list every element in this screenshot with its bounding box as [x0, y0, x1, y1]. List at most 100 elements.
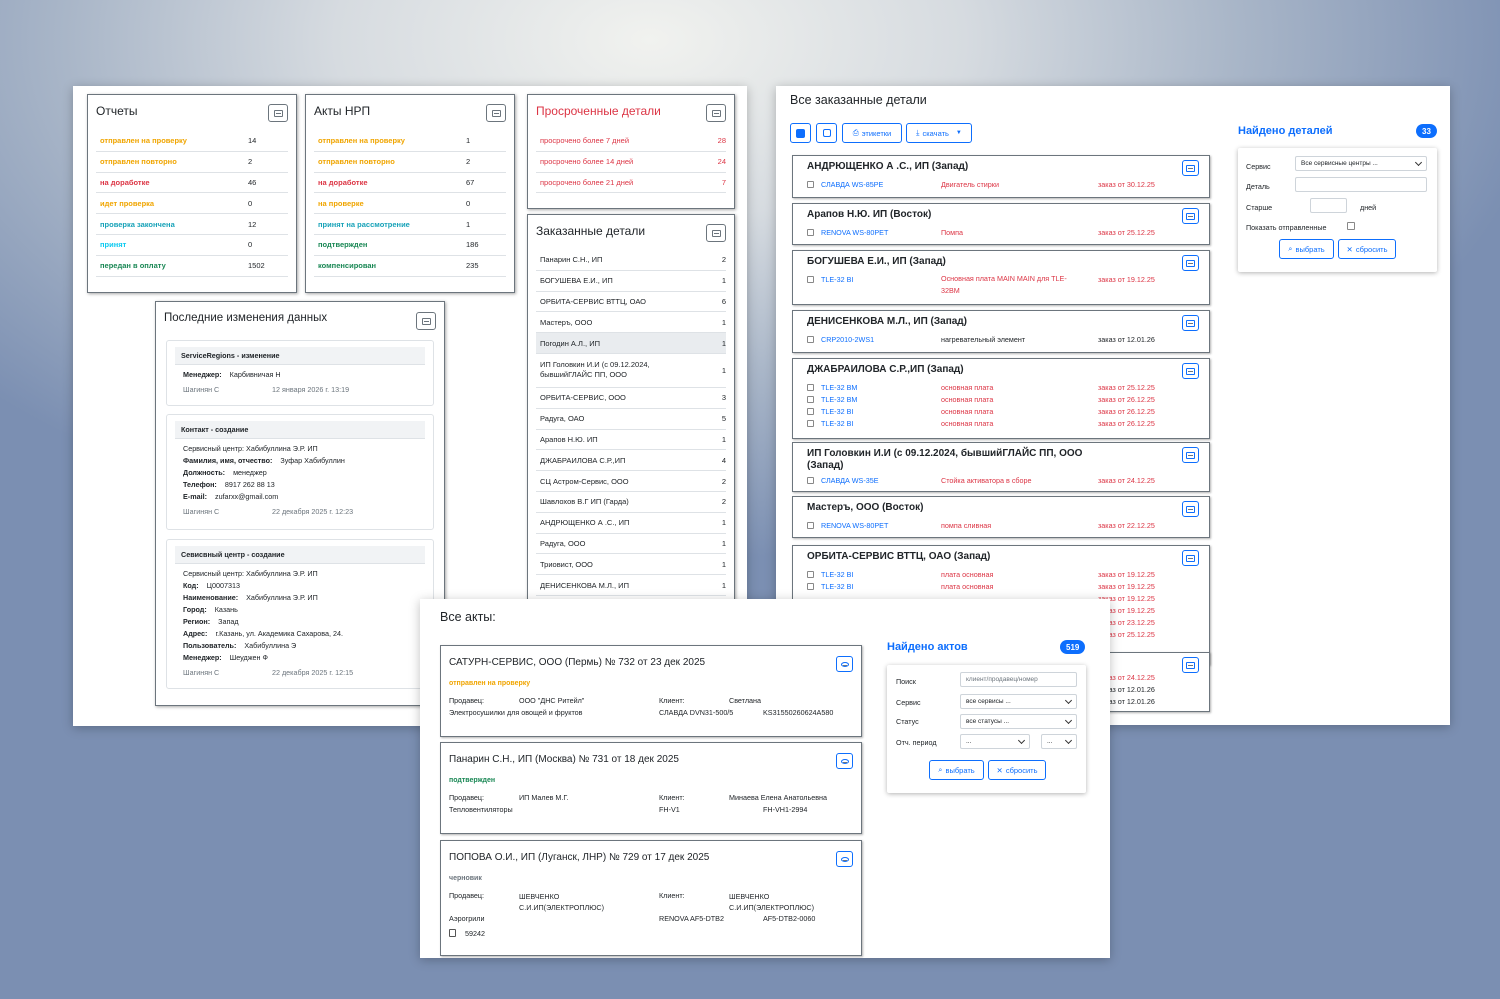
list-item[interactable]: принят на рассмотрение 1 — [314, 214, 506, 235]
part-group-list-button[interactable] — [1182, 160, 1199, 176]
list-item[interactable]: ОРБИТА-СЕРВИС, ООО 3 — [536, 388, 726, 409]
list-item-count: 2 — [466, 157, 471, 167]
list-item[interactable]: АНДРЮЩЕНКО А .С., ИП 1 — [536, 513, 726, 534]
part-checkbox[interactable] — [807, 395, 814, 403]
list-item[interactable]: просрочено более 14 дней 24 — [536, 152, 726, 173]
list-item[interactable]: отправлен повторно 2 — [314, 152, 506, 173]
part-checkbox[interactable] — [807, 476, 814, 484]
part-checkbox[interactable] — [807, 275, 814, 283]
overdue-list-button[interactable] — [706, 104, 726, 122]
part-checkbox[interactable] — [807, 228, 814, 236]
part-checkbox[interactable] — [807, 335, 814, 343]
list-item[interactable]: Радуга, ООО 1 — [536, 534, 726, 555]
list-item[interactable]: ОРБИТА-СЕРВИС ВТТЦ, ОАО 6 — [536, 292, 726, 313]
part-checkbox[interactable] — [807, 570, 814, 578]
acts-select-button[interactable]: ⌕ выбрать — [929, 760, 984, 780]
part-item[interactable]: TLE-32 BI основная плата заказ от 26.12.25 — [807, 405, 1155, 417]
detail-input[interactable] — [1295, 177, 1427, 192]
list-item[interactable]: компенсирован 235 — [314, 256, 506, 277]
part-checkbox[interactable] — [807, 180, 814, 188]
list-item[interactable]: отправлен на проверку 1 — [314, 131, 506, 152]
part-item[interactable]: TLE-32 BI плата основная заказ от 19.12.25 — [807, 580, 1155, 592]
list-item[interactable]: Мастеръ, ООО 1 — [536, 312, 726, 334]
part-checkbox[interactable] — [807, 582, 814, 590]
acts-nrp-rows: отправлен на проверку 1 отправлен повторно… — [314, 131, 506, 277]
part-item[interactable]: TLE-32 BM основная плата заказ от 26.12.25 — [807, 393, 1155, 405]
part-group: ДЖАБРАИЛОВА С.Р.,ИП (Запад) TLE-32 BM осно… — [792, 358, 1210, 439]
part-group-list-button[interactable] — [1182, 447, 1199, 463]
part-group-list-button[interactable] — [1182, 315, 1199, 331]
list-item[interactable]: просрочено более 21 дней 7 — [536, 173, 726, 194]
acts-status-select[interactable]: все статусы ... — [960, 714, 1077, 729]
part-group-list-button[interactable] — [1182, 657, 1199, 673]
check-all-button[interactable] — [790, 123, 811, 143]
part-group-list-button[interactable] — [1182, 550, 1199, 566]
list-item-count: 1 — [721, 338, 726, 348]
part-item[interactable]: СЛАВДА WS-35E Стойка активатора в сборе за… — [807, 474, 1155, 486]
part-group-list-button[interactable] — [1182, 363, 1199, 379]
part-item[interactable]: TLE-32 BI плата основная заказ от 19.12.25 — [807, 568, 1155, 580]
parts-reset-button[interactable]: ✕ сбросить — [1338, 239, 1396, 259]
view-act-button[interactable] — [836, 851, 853, 867]
list-item[interactable]: передан в оплату 1502 — [96, 256, 288, 277]
list-item[interactable]: на доработке 67 — [314, 173, 506, 194]
list-item[interactable]: Погодин А.Л., ИП 1 — [536, 333, 726, 354]
acts-reset-button[interactable]: ✕ сбросить — [988, 760, 1046, 780]
list-item[interactable]: ДЖАБРАИЛОВА С.Р.,ИП 4 — [536, 450, 726, 472]
part-group-list-button[interactable] — [1182, 208, 1199, 224]
list-item[interactable]: СЦ Астром-Сервис, ООО 2 — [536, 471, 726, 492]
part-item[interactable]: RENOVA WS-80PET Помпа заказ от 25.12.25 — [807, 226, 1155, 238]
show-sent-checkbox[interactable] — [1347, 222, 1355, 230]
list-item[interactable]: на доработке 46 — [96, 173, 288, 194]
list-item[interactable]: Шавлохов В.Г ИП (Гарда) 2 — [536, 492, 726, 513]
list-item[interactable]: отправлен повторно 2 — [96, 152, 288, 173]
view-act-button[interactable] — [836, 656, 853, 672]
list-item[interactable]: Арапов Н.Ю. ИП 1 — [536, 430, 726, 451]
part-item[interactable]: RENOVA WS-80PET помпа сливная заказ от 22.… — [807, 519, 1155, 531]
ordered-list-button[interactable] — [706, 224, 726, 242]
list-item-label: БОГУШЕВА Е.И., ИП — [540, 276, 613, 286]
parts-filter-title: Найдено деталей — [1238, 125, 1333, 137]
part-item[interactable]: TLE-32 BI Основная плата MAIN MAIN для TL… — [807, 273, 1155, 295]
changes-list-button[interactable] — [416, 312, 436, 330]
list-item[interactable]: Панарин С.Н., ИП 2 — [536, 250, 726, 271]
part-checkbox[interactable] — [807, 521, 814, 529]
part-checkbox[interactable] — [807, 419, 814, 427]
part-item[interactable]: CRP2010-2WS1 нагревательный элемент заказ … — [807, 333, 1155, 345]
part-checkbox[interactable] — [807, 407, 814, 415]
list-item[interactable]: идет проверка 0 — [96, 193, 288, 215]
acts-search-input[interactable]: клиент/продавец/номер — [960, 672, 1077, 687]
list-item[interactable]: отправлен на проверку 14 — [96, 131, 288, 152]
list-item[interactable]: просрочено более 7 дней 28 — [536, 131, 726, 152]
acts-period-select-1[interactable]: ... — [960, 734, 1030, 749]
list-item[interactable]: подтвержден 186 — [314, 235, 506, 256]
acts-nrp-list-button[interactable] — [486, 104, 506, 122]
view-act-button[interactable] — [836, 753, 853, 769]
part-item[interactable]: СЛАВДА WS-85PE Двигатель стирки заказ от 3… — [807, 178, 1155, 190]
parts-select-button[interactable]: ⌕ выбрать — [1279, 239, 1334, 259]
acts-service-select[interactable]: все сервисы ... — [960, 694, 1077, 709]
part-item[interactable]: TLE-32 BM основная плата заказ от 25.12.25 — [807, 381, 1155, 393]
reports-list-button[interactable] — [268, 104, 288, 122]
uncheck-all-button[interactable] — [816, 123, 837, 143]
part-checkbox[interactable] — [807, 383, 814, 391]
part-item[interactable]: TLE-32 BI основная плата заказ от 26.12.25 — [807, 417, 1155, 429]
act-client: Светлана — [729, 696, 761, 705]
acts-period-select-2[interactable]: ... — [1041, 734, 1077, 749]
download-button[interactable]: ⤓ скачать ▼ — [906, 123, 972, 143]
labels-button[interactable]: ⎙ этикетки — [842, 123, 902, 143]
list-item[interactable]: проверка закончена 12 — [96, 214, 288, 235]
part-group-list-button[interactable] — [1182, 255, 1199, 271]
list-item[interactable]: БОГУШЕВА Е.И., ИП 1 — [536, 271, 726, 292]
list-item[interactable]: ИП Головкин И.И (с 09.12.2024, бывшийГЛА… — [536, 354, 726, 388]
list-item[interactable]: ДЕНИСЕНКОВА М.Л., ИП 1 — [536, 575, 726, 596]
change-field: Должность: менеджер — [183, 467, 417, 479]
part-group-list-button[interactable] — [1182, 501, 1199, 517]
list-item[interactable]: на проверке 0 — [314, 193, 506, 215]
service-select[interactable]: Все сервисные центры ... — [1295, 156, 1427, 171]
list-item[interactable]: Триовист, ООО 1 — [536, 554, 726, 576]
list-item[interactable]: принят 0 — [96, 235, 288, 256]
change-field-label: Регион: — [183, 617, 211, 626]
older-days-input[interactable] — [1310, 198, 1347, 213]
list-item[interactable]: Радуга, ОАО 5 — [536, 409, 726, 430]
